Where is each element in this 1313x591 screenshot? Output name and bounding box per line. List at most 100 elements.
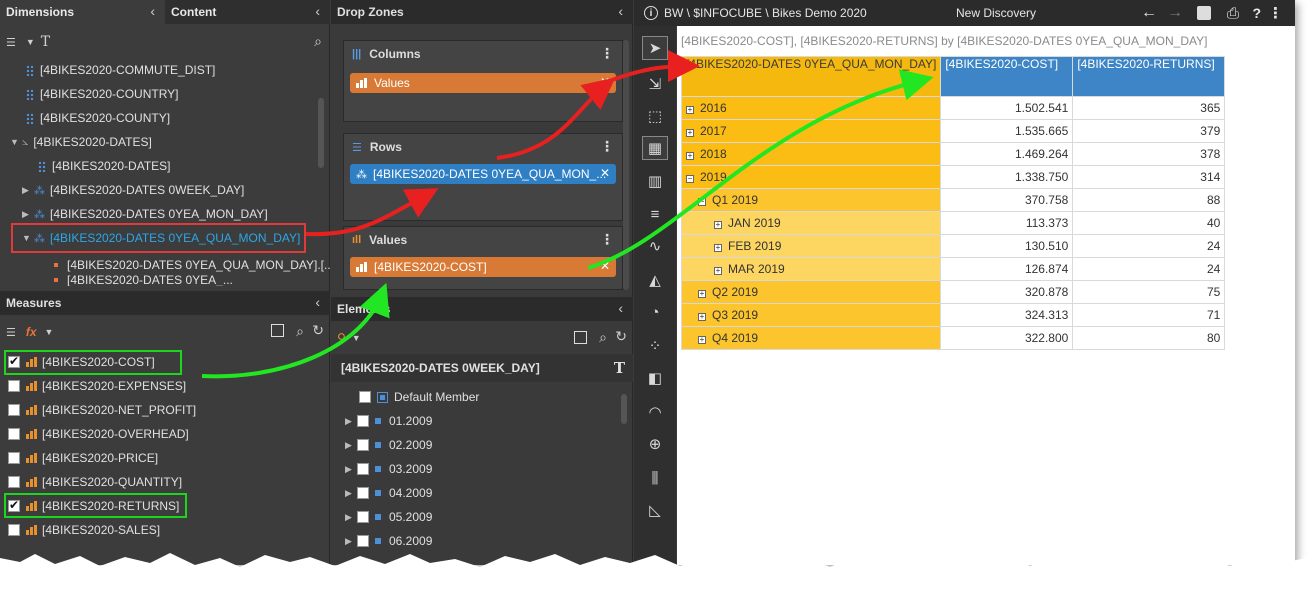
columns-pill-values[interactable]: Values ✕ — [350, 73, 616, 93]
more-options-icon[interactable]: ⋮ — [600, 138, 614, 155]
returns-cell[interactable]: 379 — [1072, 119, 1226, 143]
tab-dimensions[interactable]: Dimensions ‹ — [0, 0, 165, 24]
column-header-returns[interactable]: [4BIKES2020-RETURNS] — [1072, 56, 1226, 97]
bar-chart-icon[interactable]: ≡ — [642, 202, 668, 226]
column-chart-icon[interactable]: ▥ — [642, 169, 668, 193]
chevron-left-icon[interactable]: ‹ — [618, 300, 623, 316]
cost-cell[interactable]: 1.535.665 — [940, 119, 1074, 143]
print-icon[interactable]: ⎙ — [1227, 5, 1239, 22]
measure-item[interactable]: [4BIKES2020-QUANTITY] — [8, 470, 182, 494]
expand-plus-icon[interactable]: + — [714, 267, 722, 275]
element-item[interactable]: ▶ 02.2009 — [345, 433, 432, 457]
text-icon[interactable]: T — [41, 34, 50, 50]
tree-item[interactable]: [4BIKES2020-DATES] — [38, 154, 171, 178]
element-checkbox[interactable] — [357, 535, 369, 547]
tree-item[interactable]: [4BIKES2020-DATES 0YEA_... — [54, 274, 233, 286]
row-label-cell[interactable]: +2016 — [680, 96, 942, 120]
row-label-cell[interactable]: + Q3 2019 — [680, 303, 942, 327]
tree-item[interactable]: [4BIKES2020-COUNTY] — [26, 106, 170, 130]
more-options-icon[interactable]: ⋮ — [600, 45, 614, 62]
element-checkbox[interactable] — [357, 511, 369, 523]
row-label-cell[interactable]: +2017 — [680, 119, 942, 143]
measure-checkbox[interactable] — [8, 452, 20, 464]
dropdown-arrow-icon[interactable]: ▼ — [26, 37, 35, 47]
returns-cell[interactable]: 378 — [1072, 142, 1226, 166]
cost-cell[interactable]: 1.502.541 — [940, 96, 1074, 120]
values-pill-cost[interactable]: [4BIKES2020-COST] ✕ — [350, 257, 616, 277]
dropdown-arrow-icon[interactable]: ▼ — [352, 333, 361, 343]
expand-right-icon[interactable]: ▶ — [345, 440, 357, 451]
expand-plus-icon[interactable]: + — [686, 129, 694, 137]
row-label-cell[interactable]: −2019 — [680, 165, 942, 189]
table-columns-icon[interactable]: ⫼ — [642, 466, 668, 490]
pie-chart-icon[interactable]: ◔ — [642, 300, 668, 324]
measure-item[interactable]: [4BIKES2020-PRICE] — [8, 446, 158, 470]
cost-cell[interactable]: 370.758 — [940, 188, 1074, 212]
element-item[interactable]: ▶ 04.2009 — [345, 481, 432, 505]
expand-plus-icon[interactable]: + — [698, 313, 706, 321]
tree-item[interactable]: ▼ ⦣ [4BIKES2020-DATES] — [10, 130, 152, 154]
search-icon[interactable]: ⌕ — [296, 323, 304, 340]
measure-checkbox[interactable] — [8, 404, 20, 416]
more-options-icon[interactable]: ⋮ — [1268, 4, 1283, 22]
select-area-icon[interactable]: ⬚ — [642, 104, 668, 128]
measure-checkbox[interactable] — [8, 380, 20, 392]
element-checkbox[interactable] — [357, 487, 369, 499]
drill-pointer-icon[interactable]: ⇲ — [642, 72, 668, 96]
clear-selection-icon[interactable] — [271, 324, 284, 337]
row-label-cell[interactable]: − Q1 2019 — [680, 188, 942, 212]
collapse-minus-icon[interactable]: − — [698, 198, 706, 206]
info-icon[interactable]: i — [644, 6, 658, 20]
expand-plus-icon[interactable]: + — [686, 106, 694, 114]
row-label-cell[interactable]: + FEB 2019 — [680, 234, 942, 258]
expand-right-icon[interactable]: ▶ — [345, 536, 357, 547]
tree-item[interactable]: ▶ ⁂ [4BIKES2020-DATES 0WEEK_DAY] — [22, 178, 244, 202]
column-header-cost[interactable]: [4BIKES2020-COST] — [940, 56, 1074, 97]
expand-plus-icon[interactable]: + — [698, 336, 706, 344]
expand-plus-icon[interactable]: + — [698, 290, 706, 298]
grid-icon[interactable]: ▦ — [642, 136, 668, 160]
list-view-icon[interactable]: ☰ — [6, 36, 16, 49]
cost-cell[interactable]: 113.373 — [940, 211, 1074, 235]
returns-cell[interactable]: 24 — [1072, 234, 1226, 258]
element-checkbox[interactable] — [359, 391, 371, 403]
row-label-cell[interactable]: + Q2 2019 — [680, 280, 942, 304]
expand-plus-icon[interactable]: + — [686, 152, 694, 160]
returns-cell[interactable]: 314 — [1072, 165, 1226, 189]
pointer-icon[interactable]: ➤ — [642, 36, 668, 60]
rows-zone[interactable]: ☰ Rows ⋮ ⁂ [4BIKES2020-DATES 0YEA_QUA_MO… — [343, 133, 623, 221]
expand-right-icon[interactable]: ▶ — [345, 488, 357, 499]
cost-cell[interactable]: 320.878 — [940, 280, 1074, 304]
returns-cell[interactable]: 80 — [1072, 326, 1226, 350]
rows-pill-dates[interactable]: ⁂ [4BIKES2020-DATES 0YEA_QUA_MON_... ✕ — [350, 164, 616, 184]
formula-icon[interactable]: fx — [26, 325, 37, 339]
returns-cell[interactable]: 24 — [1072, 257, 1226, 281]
columns-zone[interactable]: ||| Columns ⋮ Values ✕ — [343, 40, 623, 122]
chevron-left-icon[interactable]: ‹ — [618, 3, 623, 19]
tree-item[interactable]: [4BIKES2020-COMMUTE_DIST] — [26, 58, 215, 82]
measure-checkbox[interactable] — [8, 524, 20, 536]
returns-cell[interactable]: 88 — [1072, 188, 1226, 212]
clear-selection-icon[interactable] — [574, 331, 587, 344]
refresh-icon[interactable]: ↻ — [312, 322, 324, 339]
measure-item[interactable]: [4BIKES2020-NET_PROFIT] — [8, 398, 196, 422]
drop-zones-scrollbar[interactable] — [623, 40, 629, 290]
cost-cell[interactable]: 126.874 — [940, 257, 1074, 281]
search-icon[interactable]: ⌕ — [314, 33, 322, 50]
globe-icon[interactable]: ⊕ — [642, 432, 668, 456]
formula-chart-icon[interactable]: ◺ — [642, 498, 668, 522]
measure-item[interactable]: [4BIKES2020-SALES] — [8, 518, 160, 542]
text-format-icon[interactable]: T — [614, 359, 625, 377]
returns-cell[interactable]: 40 — [1072, 211, 1226, 235]
scatter-chart-icon[interactable]: ⁘ — [642, 334, 668, 358]
help-icon[interactable]: ? — [1252, 5, 1261, 21]
cost-cell[interactable]: 324.313 — [940, 303, 1074, 327]
dropdown-arrow-icon[interactable]: ▼ — [45, 327, 54, 337]
tree-item[interactable]: [4BIKES2020-COUNTRY] — [26, 82, 179, 106]
search-icon[interactable]: ⌕ — [599, 329, 607, 346]
element-item[interactable]: ▶ 03.2009 — [345, 457, 432, 481]
returns-cell[interactable]: 71 — [1072, 303, 1226, 327]
element-item[interactable]: ▶ 05.2009 — [345, 505, 432, 529]
expand-right-icon[interactable]: ▶ — [345, 464, 357, 475]
expand-right-icon[interactable]: ▶ — [345, 512, 357, 523]
